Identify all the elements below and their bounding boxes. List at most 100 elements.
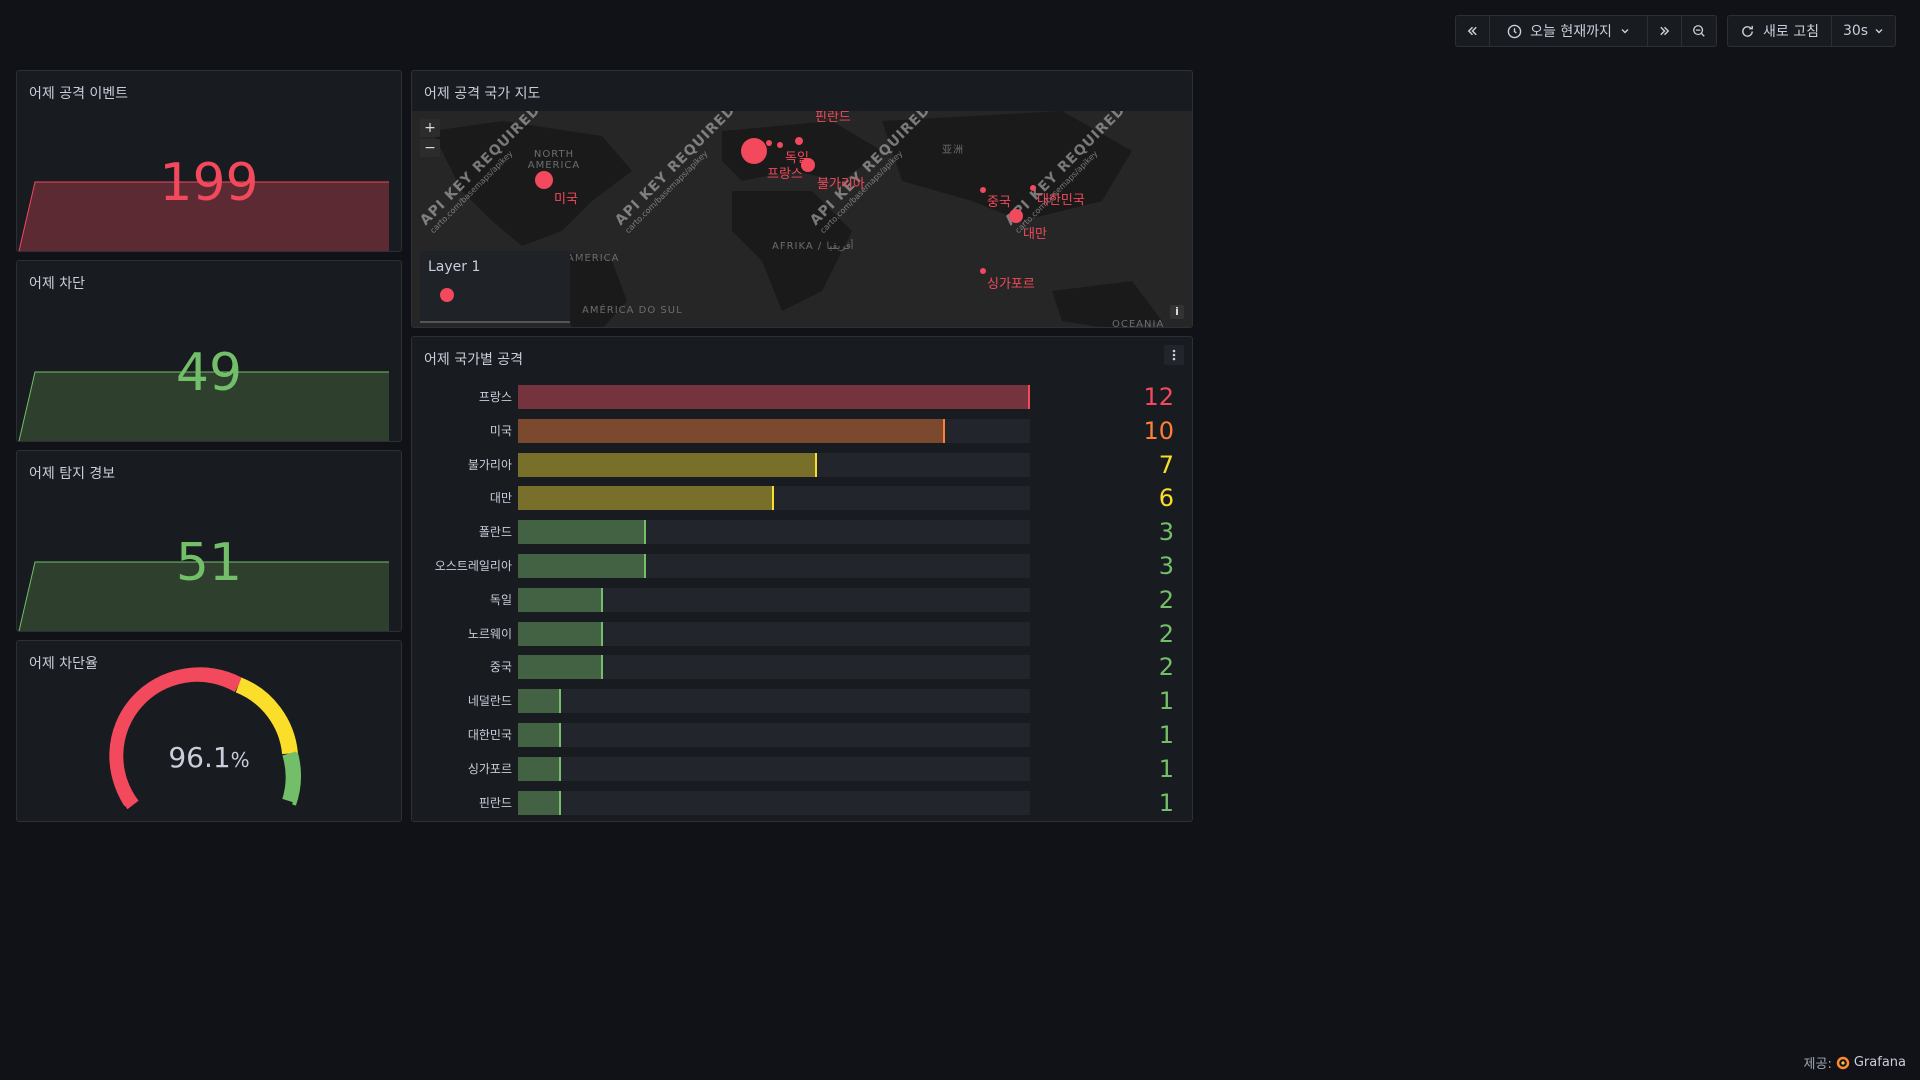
- bar: [518, 723, 561, 747]
- bar-track: [518, 452, 1030, 477]
- bar-row: 핀란드 1: [412, 788, 1192, 817]
- bar-track: [518, 689, 1030, 714]
- bar-label: 네덜란드: [467, 694, 512, 709]
- stat-value: 49: [175, 343, 243, 403]
- map-label-france: 프랑스: [767, 167, 803, 182]
- zoom-out-icon: [1693, 25, 1705, 37]
- map-label-us: 미국: [554, 192, 578, 207]
- refresh-label: 새로 고침: [1763, 24, 1819, 40]
- map-point-us: [535, 171, 553, 189]
- gauge-value: 96.1%: [17, 741, 401, 774]
- refresh-interval-picker[interactable]: 30s: [1832, 16, 1895, 46]
- world-map[interactable]: + − NORTH AMERICA AMERICA AMÉRICA DO SUL…: [412, 111, 1192, 327]
- bar-value: 3: [1158, 518, 1174, 547]
- panel-title: 어제 공격 국가 지도: [424, 86, 541, 102]
- grafana-credit: 제공: Grafana: [1804, 1053, 1906, 1072]
- map-label-korea: 대한민국: [1037, 193, 1085, 208]
- map-point-netherlands: [777, 142, 783, 148]
- bar-track: [518, 587, 1030, 612]
- bar: [518, 520, 646, 545]
- bar-value: 10: [1143, 416, 1174, 445]
- stat-value: 51: [175, 533, 243, 593]
- zoom-out-time-button[interactable]: [1682, 16, 1716, 46]
- bar-value: 3: [1158, 552, 1174, 580]
- map-label-taiwan: 대만: [1023, 227, 1047, 242]
- block-rate-panel[interactable]: 어제 차단율 96.1%: [16, 640, 402, 822]
- time-shift-forward-button[interactable]: [1648, 16, 1682, 46]
- chevrons-right-icon: [1660, 26, 1670, 36]
- legend-marker: [440, 288, 454, 302]
- bar-row: 싱가포르 1: [412, 756, 1192, 781]
- map-legend: Layer 1: [420, 251, 570, 323]
- panel-title: 어제 국가별 공격: [424, 352, 524, 368]
- bar-value: 6: [1158, 484, 1174, 513]
- attack-map-panel[interactable]: 어제 공격 국가 지도 + − NORTH AMERICA AMERICA AM…: [411, 70, 1193, 328]
- bar-value: 2: [1158, 585, 1174, 614]
- bar-row: 네덜란드 1: [412, 687, 1192, 716]
- alerts-panel[interactable]: 어제 탐지 경보 51: [16, 450, 402, 632]
- bar-row: 대한민국 1: [412, 723, 1192, 747]
- refresh-interval-value: 30s: [1842, 23, 1869, 39]
- bar-track: [518, 520, 1030, 545]
- refresh-button[interactable]: 새로 고침: [1728, 16, 1832, 46]
- time-range-picker[interactable]: 오늘 현재까지: [1490, 16, 1648, 46]
- vertical-dots-icon: [1172, 349, 1176, 361]
- bar-label: 폴란드: [478, 525, 512, 540]
- bar-label: 대만: [489, 491, 512, 506]
- gauge-number: 96.1: [168, 741, 231, 774]
- bar-row: 독일 2: [412, 585, 1192, 614]
- bar: [518, 418, 945, 443]
- map-point-singapore: [980, 268, 986, 274]
- bar: [518, 385, 1030, 409]
- bar-label: 오스트레일리아: [434, 559, 512, 573]
- panel-menu-button[interactable]: [1164, 345, 1184, 365]
- bar-label: 독일: [489, 592, 512, 607]
- gauge: [109, 667, 301, 810]
- map-label-bulgaria: 불가리아: [817, 177, 865, 192]
- refresh-icon: [1742, 25, 1753, 37]
- chevron-down-icon: [1875, 29, 1883, 34]
- map-info-button[interactable]: i: [1170, 305, 1184, 319]
- bar-row: 프랑스 12: [412, 385, 1192, 409]
- grafana-logo-icon: [1836, 1056, 1850, 1069]
- bar-gauge-rows: 프랑스 12 미국 10 불가리아 7 대만 6 폴란드 3 오스트레일리아 3 독일 2 노르웨이 2 중국 2…: [412, 385, 1192, 821]
- blocked-panel[interactable]: 어제 차단 49: [16, 260, 402, 442]
- bar-row: 불가리아 7: [412, 450, 1192, 479]
- bar-label: 노르웨이: [467, 626, 512, 641]
- bar: [518, 689, 561, 714]
- map-label-finland: 핀란드: [815, 111, 851, 125]
- bar-value: 7: [1158, 450, 1174, 479]
- bar-track: [518, 621, 1030, 646]
- bar-value: 2: [1158, 619, 1174, 648]
- bar-value: 1: [1158, 788, 1174, 817]
- bar: [518, 756, 561, 781]
- chevrons-left-icon: [1467, 26, 1477, 36]
- bar: [518, 790, 561, 815]
- gauge-unit: %: [230, 748, 250, 772]
- bar-track: [518, 418, 1030, 443]
- bar-track: [518, 723, 1030, 747]
- time-shift-back-button[interactable]: [1456, 16, 1490, 46]
- bar-value: 2: [1158, 653, 1174, 682]
- refresh-group: 새로 고침 30s: [1727, 15, 1896, 47]
- bar-label: 불가리아: [467, 457, 512, 472]
- country-attacks-panel[interactable]: 어제 국가별 공격 프랑스 12 미국 10 불가리아 7 대만 6 폴란드 3 오스트레일리아 3 독…: [411, 336, 1193, 822]
- bar-track: [518, 486, 1030, 511]
- bar-value: 1: [1158, 721, 1174, 749]
- bar-row: 대만 6: [412, 484, 1192, 513]
- map-point-france: [741, 138, 767, 164]
- credit-prefix: 제공:: [1803, 1057, 1832, 1072]
- bar: [518, 486, 774, 511]
- map-point-taiwan: [1009, 209, 1023, 223]
- bar-value: 12: [1143, 383, 1174, 411]
- bar-track: [518, 554, 1030, 578]
- bar-track: [518, 756, 1030, 781]
- map-point-korea: [1030, 185, 1036, 191]
- bar-label: 프랑스: [478, 390, 512, 404]
- bar-row: 오스트레일리아 3: [412, 554, 1192, 578]
- map-point-germany: [766, 140, 772, 146]
- attack-events-panel[interactable]: 어제 공격 이벤트 199: [16, 70, 402, 252]
- bar-track: [518, 385, 1030, 409]
- bar-track: [518, 655, 1030, 680]
- bar-value: 1: [1158, 687, 1174, 716]
